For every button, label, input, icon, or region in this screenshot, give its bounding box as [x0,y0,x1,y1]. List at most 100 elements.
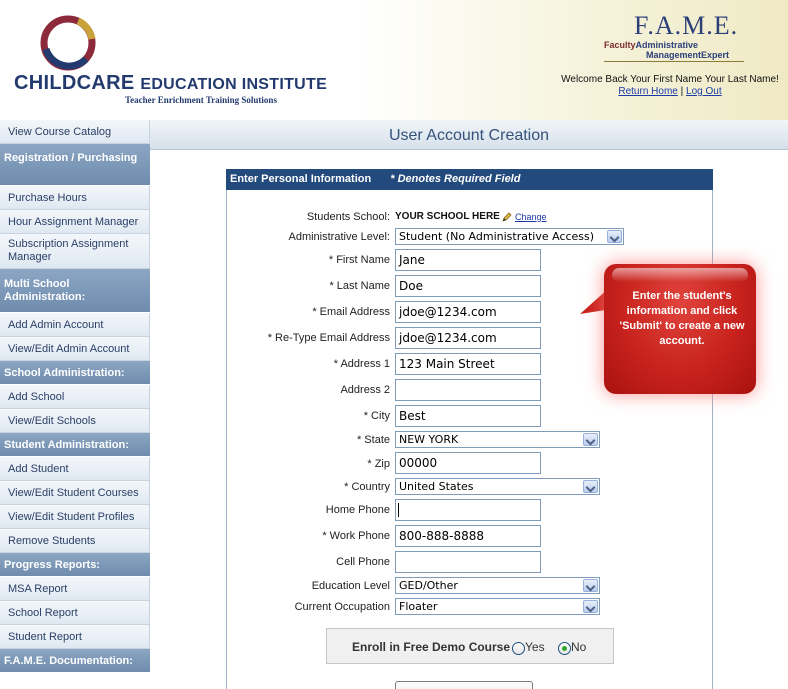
school-label: Students School: [306,211,390,223]
occupation-select[interactable]: Floater [395,598,600,615]
sidebar-item-view-edit-admin[interactable]: View/Edit Admin Account [0,337,150,361]
sidebar-item-add-admin[interactable]: Add Admin Account [0,313,150,337]
sidebar-heading-registration: Registration / Purchasing [0,144,150,186]
childcare-logo-icon [40,15,96,71]
main-title-bar: User Account Creation [150,120,788,150]
page-title: User Account Creation [388,127,550,144]
admin-level-label: Administrative Level: [288,231,391,243]
sidebar-item-view-edit-schools[interactable]: View/Edit Schools [0,409,150,433]
callout-text: Enter the student's information and clic… [619,290,745,347]
change-school-link[interactable]: Change [515,212,547,222]
email-retype-input[interactable]: jdoe@1234.com [395,327,541,349]
enroll-yes-radio[interactable] [512,642,525,655]
pencil-icon [502,212,512,222]
zip-label: * Zip [367,458,390,470]
fame-sub-faculty: Faculty [604,40,636,50]
page-header: CHILDCARE EDUCATION INSTITUTE Teacher En… [0,0,788,120]
sidebar-item-view-catalog[interactable]: View Course Catalog [0,120,150,144]
sidebar-heading-progress-reports: Progress Reports: [0,553,150,577]
education-select[interactable]: GED/Other [395,577,600,594]
enroll-no-radio[interactable] [558,642,571,655]
sidebar-heading-school-admin: School Administration: [0,361,150,385]
email-retype-label: * Re-Type Email Address [267,332,390,344]
state-value: NEW YORK [399,433,459,446]
sidebar-item-view-edit-student-profiles[interactable]: View/Edit Student Profiles [0,505,150,529]
link-separator: | [680,86,684,97]
text-cursor [398,503,399,517]
last-name-input[interactable]: Doe [395,275,541,297]
fame-divider [604,61,744,62]
email-input[interactable]: jdoe@1234.com [395,301,541,323]
country-label: * Country [344,481,390,493]
return-home-link[interactable]: Return Home [618,86,677,97]
address1-label: * Address 1 [333,358,390,370]
submit-button[interactable] [395,681,533,689]
occupation-value: Floater [399,600,438,613]
welcome-text: Welcome Back Your First Name Your Last N… [561,74,779,85]
education-label: Education Level [311,580,390,592]
chevron-down-icon [583,480,598,493]
state-label: * State [356,434,390,446]
city-input[interactable]: Best [395,405,541,427]
section-title: Enter Personal Information [230,173,372,185]
admin-level-value: Student (No Administrative Access) [399,230,595,243]
chevron-down-icon [607,230,622,243]
work-phone-label: * Work Phone [322,530,390,542]
enroll-no-label: No [571,640,587,654]
chevron-down-icon [583,600,598,613]
first-name-input[interactable]: Jane [395,249,541,271]
sidebar-item-student-report[interactable]: Student Report [0,625,150,649]
state-select[interactable]: NEW YORK [395,431,600,448]
address2-label: Address 2 [340,384,390,396]
email-label: * Email Address [312,306,390,318]
sidebar-heading-fame-docs: F.A.M.E. Documentation: [0,649,150,673]
zip-input[interactable]: 00000 [395,452,541,474]
logo-name-part2: EDUCATION INSTITUTE [140,76,328,93]
home-phone-label: Home Phone [325,504,390,516]
logo-name-part1: CHILDCARE [14,72,135,94]
sidebar-item-purchase-hours[interactable]: Purchase Hours [0,186,150,210]
cell-phone-input[interactable] [395,551,541,573]
home-phone-input[interactable] [395,499,541,521]
chevron-down-icon [583,433,598,446]
school-value: YOUR SCHOOL HERE [395,211,500,222]
form-section-header: Enter Personal Information * Denotes Req… [226,169,713,190]
sidebar-item-school-report[interactable]: School Report [0,601,150,625]
last-name-label: * Last Name [329,280,390,292]
sidebar-heading-student-admin: Student Administration: [0,433,150,457]
sidebar-item-add-school[interactable]: Add School [0,385,150,409]
address1-input[interactable]: 123 Main Street [395,353,541,375]
admin-level-select[interactable]: Student (No Administrative Access) [395,228,624,245]
sidebar-item-msa-report[interactable]: MSA Report [0,577,150,601]
address2-input[interactable] [395,379,541,401]
sidebar-item-add-student[interactable]: Add Student [0,457,150,481]
welcome-box: Welcome Back Your First Name Your Last N… [560,74,780,98]
sidebar-heading-multi-school: Multi School Administration: [0,269,150,313]
logout-link[interactable]: Log Out [686,86,722,97]
country-value: United States [399,480,474,493]
cell-phone-label: Cell Phone [336,556,390,568]
logo-name: CHILDCARE EDUCATION INSTITUTE [14,72,327,95]
sidebar-item-subscription-assignment[interactable]: Subscription Assignment Manager [0,234,150,269]
logo-tagline: Teacher Enrichment Training Solutions [125,95,277,105]
callout-gloss [612,268,748,282]
city-label: * City [363,410,390,422]
required-note: * Denotes Required Field [390,173,521,185]
chevron-down-icon [583,579,598,592]
fame-subtitle-line1: FacultyAdministrative [604,40,744,50]
sidebar: View Course Catalog Registration / Purch… [0,120,150,689]
fame-logo: F.A.M.E. FacultyAdministrative Managemen… [604,12,744,62]
first-name-label: * First Name [328,254,390,266]
fame-title: F.A.M.E. [634,11,739,40]
work-phone-input[interactable]: 800-888-8888 [395,525,541,547]
sidebar-item-view-edit-student-courses[interactable]: View/Edit Student Courses [0,481,150,505]
sidebar-item-remove-students[interactable]: Remove Students [0,529,150,553]
education-value: GED/Other [399,579,458,592]
fame-subtitle-line2: ManagementExpert [646,50,730,60]
enroll-demo-label: Enroll in Free Demo Course [352,640,511,654]
occupation-label: Current Occupation [294,601,390,613]
country-select[interactable]: United States [395,478,600,495]
sidebar-item-hour-assignment[interactable]: Hour Assignment Manager [0,210,150,234]
fame-sub-administrative: Administrative [635,40,699,50]
enroll-yes-label: Yes [525,640,545,654]
